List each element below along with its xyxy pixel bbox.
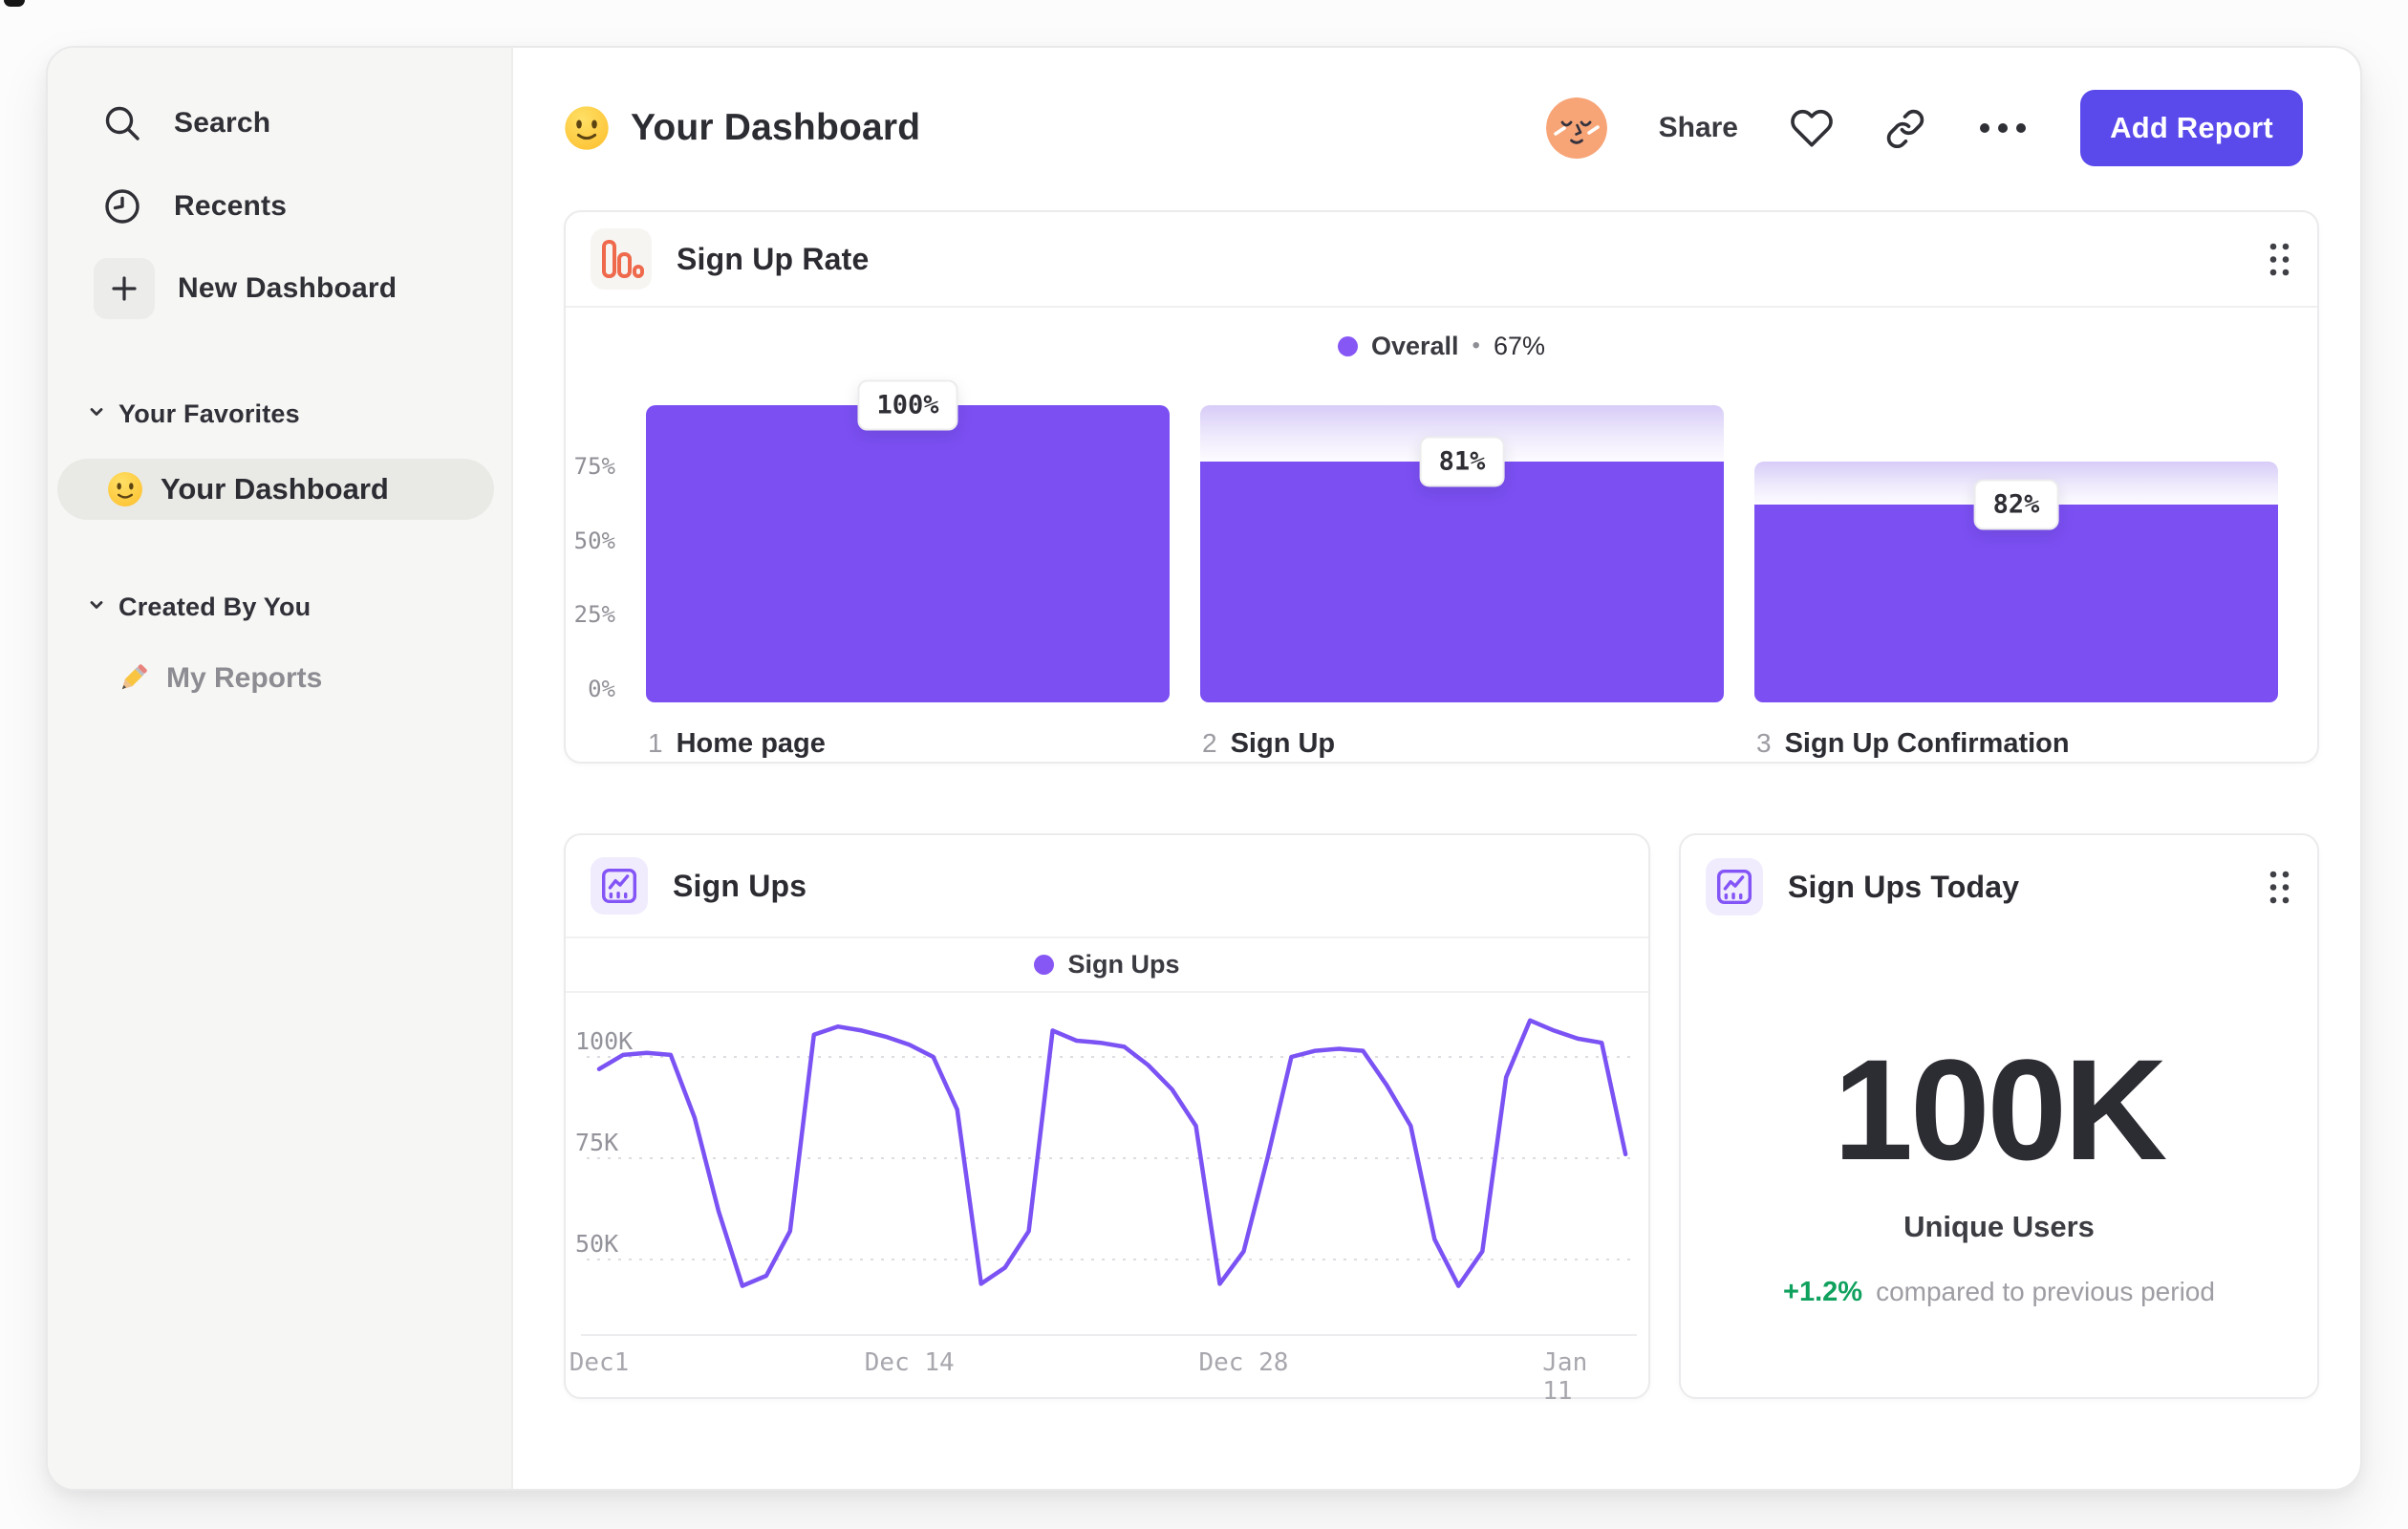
card-title: Sign Ups Today bbox=[1788, 869, 2020, 904]
line-chart-icon bbox=[591, 857, 648, 915]
pencil-emoji bbox=[115, 660, 151, 697]
delta-note: compared to previous period bbox=[1876, 1277, 2215, 1306]
funnel-y-tick: 0% bbox=[588, 676, 615, 702]
sidebar-item-recents[interactable]: Recents bbox=[101, 176, 287, 237]
favorite-heart-icon[interactable] bbox=[1790, 106, 1834, 150]
line-x-tick: Dec 14 bbox=[864, 1348, 955, 1377]
smiley-emoji bbox=[107, 471, 143, 507]
line-y-tick: 75K bbox=[575, 1129, 619, 1156]
big-number-label: Unique Users bbox=[1903, 1210, 2095, 1243]
sidebar-item-label: Recents bbox=[174, 190, 288, 222]
sidebar-item-new-dashboard[interactable]: New Dashboard bbox=[94, 258, 397, 319]
legend-separator: • bbox=[1472, 333, 1480, 358]
line-y-tick: 50K bbox=[575, 1230, 619, 1258]
funnel-value-label: 81% bbox=[1419, 436, 1505, 487]
page-title: Your Dashboard bbox=[631, 107, 921, 148]
funnel-step-number: 1 bbox=[648, 728, 663, 758]
legend-series-label: Sign Ups bbox=[1067, 950, 1180, 979]
line-x-tick: Dec1 bbox=[569, 1348, 630, 1377]
funnel-step-number: 2 bbox=[1202, 728, 1217, 758]
funnel-value-label: 100% bbox=[857, 379, 958, 431]
funnel-step-name: Sign Up bbox=[1230, 728, 1336, 759]
legend-dot bbox=[1337, 335, 1358, 356]
delta-row: +1.2% compared to previous period bbox=[1681, 1277, 2317, 1308]
sidebar: Search Recents New Dashboard Your Favori… bbox=[48, 48, 513, 1489]
add-report-button[interactable]: Add Report bbox=[2080, 90, 2303, 166]
screen: Search Recents New Dashboard Your Favori… bbox=[0, 0, 2408, 1529]
header-actions: Share Add Report bbox=[1545, 90, 2303, 166]
chevron-down-icon bbox=[86, 401, 107, 427]
funnel-converted-area bbox=[646, 405, 1170, 702]
app-window: Search Recents New Dashboard Your Favori… bbox=[46, 46, 2362, 1491]
funnel-value-label: 82% bbox=[1973, 479, 2059, 530]
copy-link-icon[interactable] bbox=[1885, 108, 1925, 148]
funnel-converted-area bbox=[1754, 505, 2278, 702]
drag-handle-icon[interactable] bbox=[2267, 241, 2292, 278]
funnel-step-name: Sign Up Confirmation bbox=[1784, 728, 2070, 759]
card-title: Sign Up Rate bbox=[677, 241, 870, 276]
line-legend[interactable]: Sign Ups bbox=[566, 938, 1648, 993]
section-label: Your Favorites bbox=[118, 398, 300, 428]
line-x-tick: Jan 11 bbox=[1542, 1348, 1588, 1406]
sidebar-item-label: Your Dashboard bbox=[161, 472, 389, 506]
funnel-category-label: 1 Home page bbox=[648, 728, 826, 760]
share-button[interactable]: Share bbox=[1659, 112, 1738, 144]
funnel-y-tick: 25% bbox=[573, 601, 615, 629]
funnel-step-number: 3 bbox=[1756, 728, 1772, 758]
card-sign-up-rate: Sign Up Rate Overall • 67% 75% 50% 25% 0% 1… bbox=[564, 210, 2319, 764]
sign-ups-series-line[interactable] bbox=[596, 1018, 1628, 1288]
section-label: Created By You bbox=[118, 592, 312, 621]
window-corner-artifact bbox=[4, 0, 25, 7]
funnel-converted-area bbox=[1200, 462, 1724, 702]
avatar[interactable] bbox=[1545, 97, 1607, 159]
funnel-chart-icon bbox=[591, 228, 652, 290]
funnel-y-tick: 50% bbox=[573, 527, 615, 554]
funnel-step-name: Home page bbox=[676, 728, 826, 759]
clock-icon bbox=[101, 185, 143, 227]
card-title: Sign Ups bbox=[673, 868, 807, 903]
sidebar-item-my-reports[interactable]: My Reports bbox=[115, 648, 322, 709]
card-header: Sign Ups Today bbox=[1681, 835, 2317, 938]
legend-dot bbox=[1034, 955, 1055, 975]
sidebar-item-search[interactable]: Search bbox=[101, 93, 270, 154]
sidebar-item-label: New Dashboard bbox=[178, 272, 398, 304]
card-sign-ups: Sign Ups Sign Ups 100K 75K 50K Dec1 Dec 14 De… bbox=[564, 833, 1650, 1406]
funnel-legend[interactable]: Overall • 67% bbox=[566, 308, 2317, 384]
funnel-plot: 100% 81% 82% bbox=[646, 379, 2278, 702]
card-sign-ups-today: Sign Ups Today 100K Unique Users +1.2% c… bbox=[1679, 833, 2319, 1399]
sidebar-item-your-dashboard[interactable]: Your Dashboard bbox=[57, 459, 494, 520]
page-header: Your Dashboard Share Add Report bbox=[564, 86, 2303, 170]
chevron-down-icon bbox=[86, 594, 107, 620]
sidebar-section-your-favorites[interactable]: Your Favorites bbox=[86, 398, 300, 430]
more-options-icon[interactable] bbox=[1977, 120, 2029, 136]
sidebar-item-label: Search bbox=[174, 107, 271, 139]
legend-value: 67% bbox=[1493, 331, 1545, 360]
drag-handle-icon[interactable] bbox=[2267, 869, 2292, 906]
signups-line-svg bbox=[581, 1018, 1637, 1336]
big-number-value: 100K bbox=[1833, 1029, 2168, 1190]
funnel-category-label: 2 Sign Up bbox=[1202, 728, 1335, 760]
funnel-y-tick: 75% bbox=[573, 452, 615, 480]
page-title-wrap: Your Dashboard bbox=[564, 105, 920, 151]
line-x-tick: Dec 28 bbox=[1198, 1348, 1289, 1377]
plus-icon bbox=[94, 258, 155, 319]
sidebar-item-label: My Reports bbox=[166, 662, 323, 694]
funnel-bar-1[interactable] bbox=[646, 405, 1170, 702]
card-header: Sign Ups bbox=[566, 835, 1648, 938]
card-header: Sign Up Rate bbox=[566, 212, 2317, 308]
delta-value: +1.2% bbox=[1783, 1277, 1863, 1307]
sidebar-section-created-by-you[interactable]: Created By You bbox=[86, 591, 311, 623]
legend-series-label: Overall bbox=[1370, 331, 1459, 360]
search-icon bbox=[101, 102, 143, 144]
funnel-category-label: 3 Sign Up Confirmation bbox=[1756, 728, 2070, 760]
smiley-emoji bbox=[564, 105, 610, 151]
line-y-tick: 100K bbox=[575, 1027, 634, 1055]
line-chart-icon bbox=[1706, 858, 1763, 915]
